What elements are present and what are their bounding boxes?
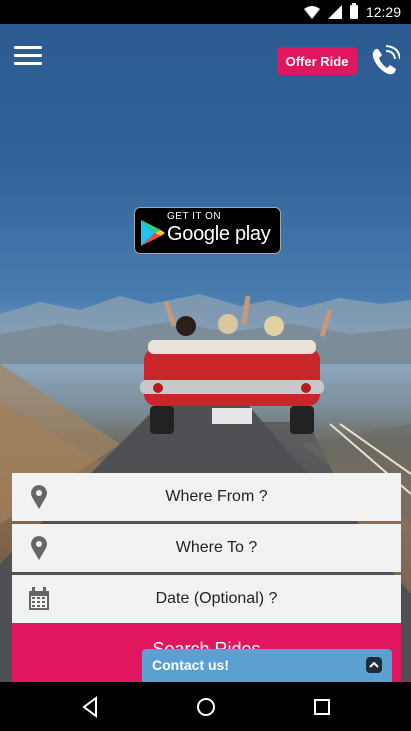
clock: 12:29: [365, 4, 401, 20]
date-field[interactable]: Date (Optional) ?: [12, 575, 401, 623]
where-to-label: Where To ?: [175, 539, 258, 556]
system-navigation-bar: [0, 682, 411, 731]
chevron-up-icon[interactable]: [366, 657, 382, 673]
contact-us-bar[interactable]: Contact us!: [142, 649, 392, 682]
status-bar: 12:29: [0, 0, 411, 24]
app-screen: 12:29 Offer Ride GET IT ON Google play W…: [0, 0, 411, 731]
google-play-badge[interactable]: GET IT ON Google play: [134, 207, 281, 254]
where-from-field[interactable]: Where From ?: [12, 473, 401, 521]
contact-us-label: Contact us!: [152, 657, 229, 673]
menu-button[interactable]: [14, 44, 44, 66]
signal-icon: [327, 5, 342, 19]
google-play-logo-icon: [141, 220, 165, 246]
badge-line-1: GET IT ON: [167, 211, 222, 222]
where-to-field[interactable]: Where To ?: [12, 524, 401, 572]
offer-ride-button[interactable]: Offer Ride: [277, 47, 357, 75]
badge-line-2: Google play: [167, 223, 271, 245]
recents-icon[interactable]: [309, 694, 335, 720]
home-icon[interactable]: [193, 694, 219, 720]
battery-icon: [349, 3, 358, 19]
convertible-car-image: [140, 296, 333, 434]
hamburger-menu-icon: [14, 46, 42, 49]
back-icon[interactable]: [78, 694, 104, 720]
phone-call-icon[interactable]: [370, 45, 400, 77]
date-label: Date (Optional) ?: [155, 590, 278, 607]
wifi-icon: [303, 5, 320, 19]
where-from-label: Where From ?: [165, 488, 268, 505]
